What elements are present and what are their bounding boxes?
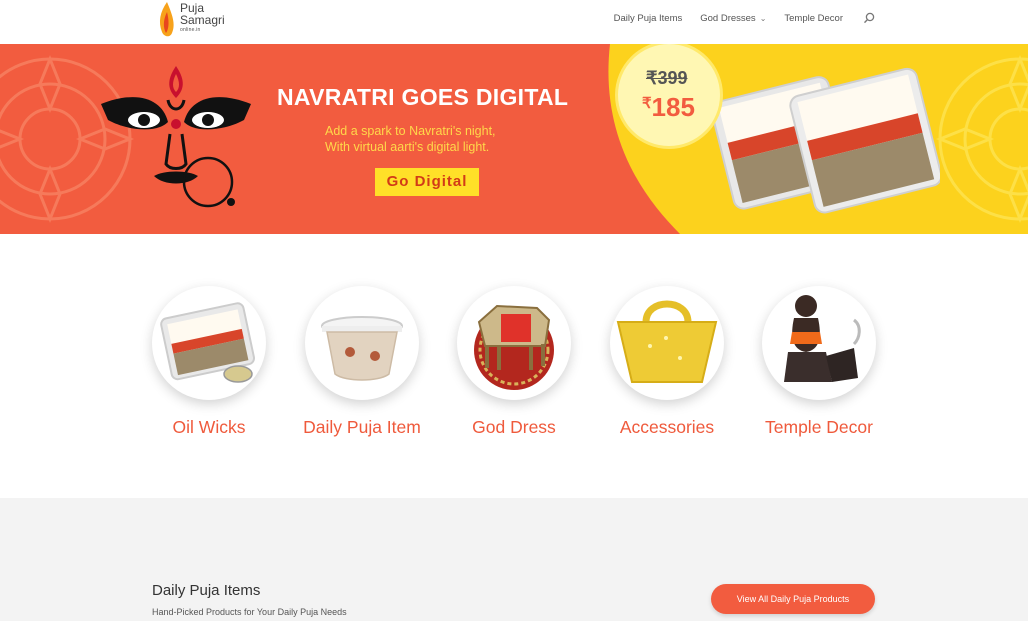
main-nav: Daily Puja Items God Dresses ⌄ Temple De… [614,12,875,24]
category-image [610,286,724,400]
oil-wick-box-icon [160,302,256,383]
gift-bag-icon [616,300,718,383]
category-god-dress[interactable]: God Dress [452,286,576,436]
puja-container-icon [321,316,403,381]
price-new: ₹185 [642,92,695,123]
product-boxes-image [710,67,940,214]
nav-item-temple-decor[interactable]: Temple Decor [784,13,843,24]
category-section: Oil Wicks Daily Puja Item God Dress Acce… [0,234,1028,498]
hero-banner[interactable]: NAVRATRI GOES DIGITAL Add a spark to Nav… [0,44,1028,234]
category-oil-wicks[interactable]: Oil Wicks [147,286,271,436]
category-accessories[interactable]: Accessories [605,286,729,436]
banner-subtitle: Add a spark to Navratri's night, With vi… [325,123,565,155]
nav-item-god-dresses[interactable]: God Dresses ⌄ [700,13,766,24]
category-image [762,286,876,400]
category-label: God Dress [472,417,556,437]
nav-item-daily-puja-items[interactable]: Daily Puja Items [614,13,683,24]
category-daily-puja-item[interactable]: Daily Puja Item [300,286,424,436]
rupee-symbol: ₹ [642,95,652,112]
category-label: Accessories [619,417,715,437]
nav-label: Daily Puja Items [613,12,683,24]
category-label: Oil Wicks [172,417,246,437]
category-temple-decor[interactable]: Temple Decor [757,286,881,436]
site-header: Puja Samagri online.in Daily Puja Items … [0,0,1028,44]
price-old: ₹399 [646,68,688,88]
nav-label: God Dresses [700,12,756,24]
category-image [305,286,419,400]
search-icon[interactable] [863,12,875,24]
price-badge: ₹399 ₹185 [618,44,720,146]
flame-logo-icon [159,2,174,37]
banner-subtitle-line1: Add a spark to Navratri's night, [325,124,496,138]
go-digital-button[interactable]: Go Digital [375,168,479,196]
section-subtitle: Hand-Picked Products for Your Daily Puja… [152,607,347,617]
section-title: Daily Puja Items [152,582,261,599]
buddha-fountain-icon [784,295,861,382]
category-image [152,286,266,400]
logo-sub: online.in [180,27,201,33]
goddess-face-icon [101,66,251,208]
logo-line2: Samagri [180,13,225,27]
nav-label: Temple Decor [784,12,843,24]
site-logo[interactable]: Puja Samagri online.in [156,0,246,40]
view-all-daily-puja-button[interactable]: View All Daily Puja Products [711,584,875,614]
category-image [457,286,571,400]
banner-title: NAVRATRI GOES DIGITAL [277,84,569,110]
god-dress-icon [474,304,554,390]
mandala-pattern-icon [935,54,1028,224]
price-new-amount: 185 [651,92,695,122]
banner-subtitle-line2: With virtual aarti's digital light. [325,140,490,154]
category-label: Temple Decor [765,417,873,437]
category-label: Daily Puja Item [303,417,421,437]
daily-puja-items-section: Daily Puja Items Hand-Picked Products fo… [0,498,1028,621]
chevron-down-icon: ⌄ [759,13,767,23]
